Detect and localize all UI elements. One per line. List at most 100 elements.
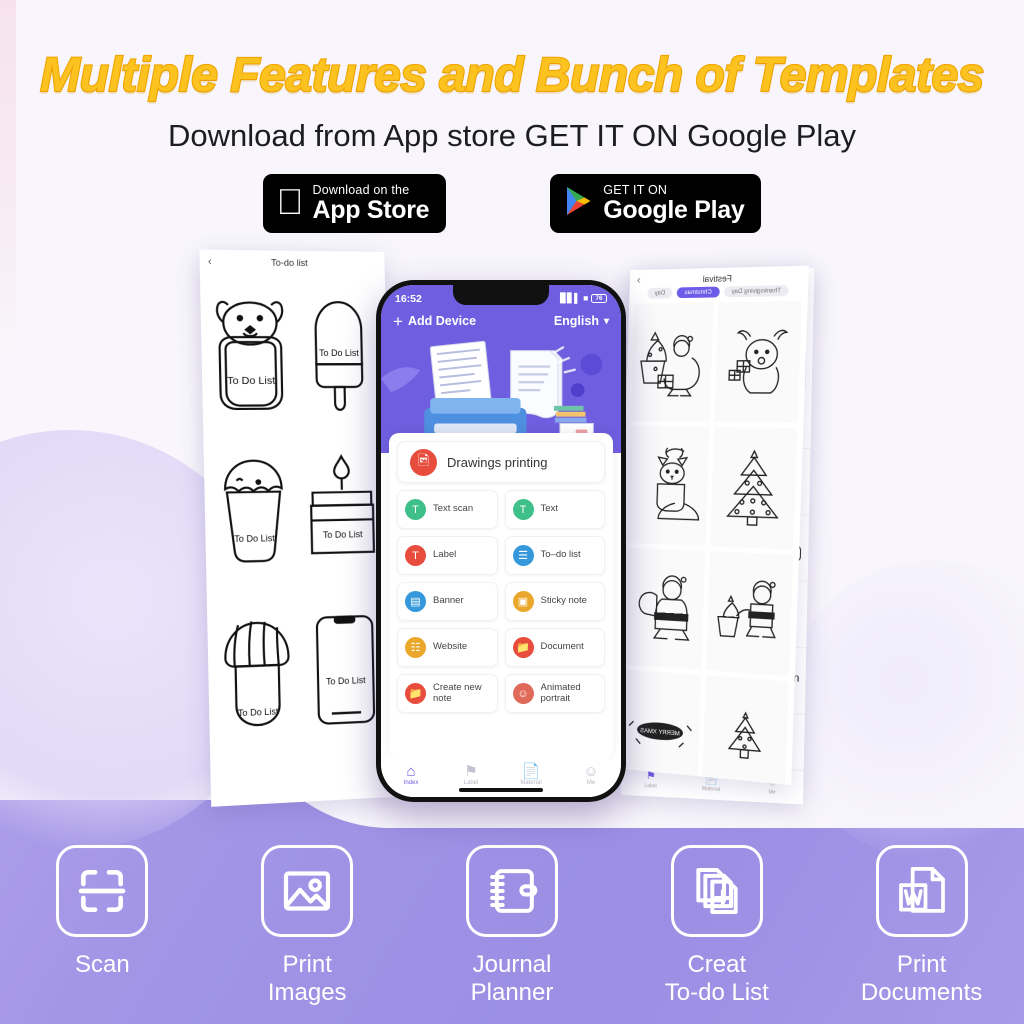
- ice-cream-bar-outline: To Do List: [296, 275, 381, 429]
- birthday-cake-outline: To Do List: [300, 434, 385, 588]
- list-item[interactable]: [710, 426, 798, 550]
- google-play-badge[interactable]: GET IT ON Google Play: [550, 174, 762, 233]
- merry-christmas-banner-outline: MERRY XMAS: [621, 673, 699, 785]
- svg-text:To Do List: To Do List: [326, 675, 366, 687]
- feature-document[interactable]: 📁 Document: [504, 628, 605, 667]
- list-item[interactable]: To Do List: [300, 434, 385, 588]
- bottom-feature-print-documents-label: Print Documents: [860, 951, 983, 1007]
- bottom-feature-print-documents[interactable]: Print Documents: [819, 845, 1024, 1008]
- feature-animated-portrait[interactable]: ☺ Animated portrait: [504, 674, 605, 713]
- word-document-icon: [875, 845, 968, 937]
- santa-with-bag-outline: [625, 551, 703, 666]
- panel5-grid: MERRY XMAS: [614, 300, 808, 786]
- nav-material[interactable]: 📄 Material: [501, 763, 561, 786]
- document-icon: 📁: [512, 637, 534, 658]
- tag-icon: ⚑: [464, 763, 478, 780]
- wifi-icon: ⏹: [583, 293, 588, 303]
- list-item[interactable]: [626, 425, 710, 547]
- feature-sticky-note[interactable]: ▣ Sticky note: [504, 582, 605, 621]
- home-indicator: [459, 788, 543, 792]
- nav-me[interactable]: ☺ Me: [561, 763, 621, 786]
- cat-in-stocking-outline: [629, 429, 707, 542]
- nav-index[interactable]: ⌂ Index: [381, 763, 441, 786]
- chevron-right-icon[interactable]: ›: [637, 275, 641, 287]
- panel-todo-templates: ‹ To-do list To Do List To Do List To Do…: [199, 249, 396, 807]
- panel2-header: ‹ To-do list: [199, 250, 384, 272]
- apple-icon: : [277, 183, 304, 219]
- feature-drawings-printing-label: Drawings printing: [447, 454, 548, 470]
- list-item[interactable]: To Do List: [211, 435, 297, 591]
- phone-hero: 16:52 ▊▋▌ ⏹ 76 + Add Device English ▾: [381, 285, 621, 455]
- store-badges:  Download on the App Store GET IT O: [0, 174, 1024, 233]
- chip-day[interactable]: Day: [647, 287, 673, 299]
- bottom-feature-scan-label: Scan: [75, 951, 130, 978]
- panel5-title: Festival: [702, 273, 733, 284]
- status-time: 16:52: [395, 292, 422, 305]
- bottom-feature-print-images[interactable]: Print Images: [205, 845, 410, 1008]
- home-icon: ⌂: [406, 763, 416, 780]
- add-document-icon: [670, 845, 763, 937]
- chip-christmas[interactable]: Christmas: [676, 286, 720, 299]
- feature-label[interactable]: T Label: [397, 536, 498, 575]
- panel5-header: Festival ›: [630, 266, 809, 289]
- google-play-big-text: Google Play: [589, 195, 744, 224]
- banner-icon: ▤: [405, 591, 426, 612]
- acorn-outline: To Do List: [214, 595, 300, 753]
- journal-icon: [465, 845, 558, 937]
- panel-festival-templates: Festival › Thanksgiving Day Christmas Da…: [613, 265, 809, 786]
- list-item[interactable]: To Do List: [214, 595, 300, 753]
- list-item[interactable]: [630, 302, 715, 422]
- signal-icon: ▊▋▌: [560, 293, 581, 303]
- phone-app-bar: + Add Device English ▾: [381, 308, 621, 330]
- nav-label[interactable]: ⚑ Label: [441, 763, 501, 786]
- bottom-feature-list: Scan Print Images Journal Planner Creat …: [0, 845, 1024, 1008]
- list-item[interactable]: MERRY XMAS: [618, 669, 702, 786]
- profile-icon: ☺: [583, 763, 599, 780]
- feature-todo-list[interactable]: ☰ To–do list: [504, 536, 605, 575]
- app-store-small-text: Download on the: [299, 182, 410, 197]
- feature-text[interactable]: T Text: [504, 490, 605, 529]
- cupcake-outline: To Do List: [211, 435, 297, 591]
- feature-drawings-printing[interactable]: 🖻 Drawings printing: [397, 441, 605, 483]
- image-print-icon: 🖻: [410, 448, 437, 476]
- list-item[interactable]: To Do List: [303, 592, 387, 748]
- label-icon: T: [405, 545, 426, 566]
- list-item[interactable]: [714, 300, 802, 423]
- phone-screen: 16:52 ▊▋▌ ⏹ 76 + Add Device English ▾ 🖻 …: [381, 285, 621, 797]
- page-title: Multiple Features and Bunch of Templates: [39, 48, 985, 103]
- svg-text:To Do List: To Do List: [238, 706, 279, 718]
- list-item[interactable]: [622, 547, 706, 671]
- sticky-note-icon: ▣: [512, 591, 534, 612]
- chevron-down-icon: ▾: [603, 315, 609, 327]
- list-item[interactable]: [706, 551, 794, 677]
- feature-text-scan[interactable]: T Text scan: [397, 490, 498, 529]
- add-device-button[interactable]: + Add Device: [393, 313, 477, 330]
- page-subtitle: Download from App store GET IT ON Google…: [167, 118, 857, 153]
- feature-website[interactable]: ☷ Website: [397, 628, 498, 667]
- bottom-feature-print-images-label: Print Images: [267, 951, 347, 1007]
- bottom-feature-create-todo[interactable]: Creat To-do List: [614, 845, 819, 1008]
- chip-thanksgiving[interactable]: Thanksgiving Day: [723, 285, 789, 298]
- app-store-badge[interactable]:  Download on the App Store: [262, 174, 447, 233]
- list-item[interactable]: To Do List: [296, 275, 381, 429]
- panel2-title: To-do list: [270, 257, 308, 269]
- svg-text:To Do List: To Do List: [234, 533, 275, 544]
- feature-create-new-note[interactable]: 📁 Create new note: [397, 674, 498, 713]
- bottom-feature-scan[interactable]: Scan: [0, 845, 205, 1008]
- language-selector[interactable]: English ▾: [554, 314, 609, 328]
- bottom-feature-journal-planner[interactable]: Journal Planner: [410, 845, 615, 1008]
- app-store-big-text: App Store: [299, 195, 430, 224]
- feature-banner[interactable]: ▤ Banner: [397, 582, 498, 621]
- bottom-feature-journal-planner-label: Journal Planner: [470, 951, 554, 1007]
- list-item[interactable]: [702, 675, 789, 786]
- panel2-grid: To Do List To Do List To Do List To Do L…: [200, 270, 395, 757]
- phone-feature-sheet: 🖻 Drawings printing T Text scan T Text T…: [389, 433, 613, 759]
- list-item[interactable]: To Do List: [207, 274, 293, 429]
- image-icon: [261, 845, 354, 937]
- svg-text:To Do List: To Do List: [227, 375, 275, 387]
- dog-outline: To Do List: [207, 274, 293, 429]
- add-device-label: Add Device: [407, 314, 477, 328]
- battery-icon: 76: [591, 294, 607, 303]
- new-note-icon: 📁: [405, 683, 426, 704]
- poster-stage: Multiple Features and Bunch of Templates…: [0, 0, 1024, 1024]
